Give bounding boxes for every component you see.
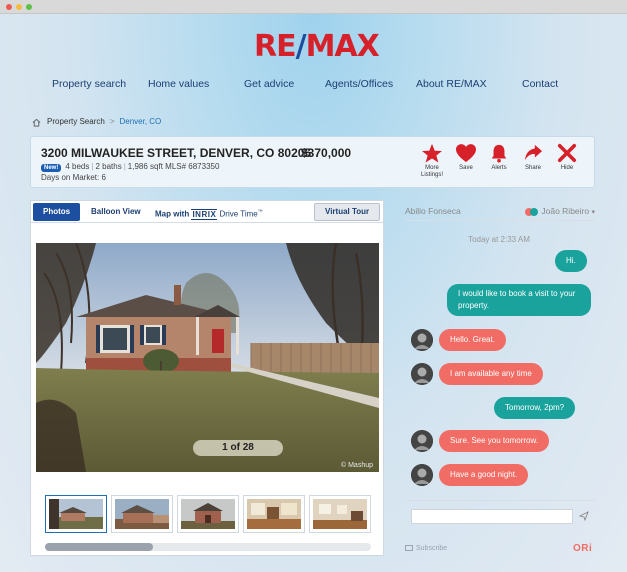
thumbnail-1[interactable] bbox=[45, 495, 107, 533]
subscribe-link[interactable]: Subscribe bbox=[405, 545, 447, 552]
logo-text-right: MAX bbox=[305, 29, 380, 64]
message-bubble-sent: Hi. bbox=[555, 250, 587, 272]
avatar bbox=[411, 464, 433, 486]
bell-icon bbox=[491, 144, 507, 163]
avatar bbox=[411, 430, 433, 452]
home-icon[interactable] bbox=[32, 118, 41, 127]
main-nav: Property search Home values Get advice A… bbox=[0, 78, 627, 94]
detail-separator: | bbox=[123, 162, 126, 171]
nav-get-advice[interactable]: Get advice bbox=[244, 78, 294, 90]
close-window-button[interactable] bbox=[6, 4, 12, 10]
thumbnail-strip bbox=[45, 495, 371, 533]
message-bubble-received: Hello. Great. bbox=[439, 329, 506, 351]
agent-name: Abilio Fonseca bbox=[405, 206, 461, 216]
thumbnail-image bbox=[181, 499, 235, 529]
remax-logo[interactable]: RE/MAX bbox=[254, 29, 380, 64]
days-on-market: Days on Market: 6 bbox=[41, 173, 106, 182]
message-bubble-sent: I would like to book a visit to your pro… bbox=[447, 284, 591, 316]
nav-home-values[interactable]: Home values bbox=[148, 78, 209, 90]
breadcrumb-property-search[interactable]: Property Search bbox=[47, 117, 105, 126]
logo-text-left: RE bbox=[254, 29, 297, 64]
drive-time-label: Drive Time bbox=[219, 209, 258, 219]
ori-logo: ORi bbox=[573, 543, 593, 554]
listing-price: $370,000 bbox=[301, 146, 352, 160]
status-toggle-icon bbox=[525, 207, 539, 216]
nav-agents-offices[interactable]: Agents/Offices bbox=[325, 78, 393, 90]
mail-icon bbox=[405, 545, 413, 552]
thumbnail-image bbox=[313, 499, 367, 529]
chevron-down-icon: ▾ bbox=[591, 209, 595, 216]
thumbnail-image bbox=[247, 499, 301, 529]
chat-input-row bbox=[405, 500, 595, 532]
chat-timestamp: Today at 2:33 AM bbox=[468, 235, 530, 244]
send-icon[interactable] bbox=[579, 511, 589, 521]
inrix-logo: INRIX bbox=[191, 208, 218, 220]
listing-sqft: 1,986 sqft bbox=[127, 162, 163, 171]
virtual-tour-button[interactable]: Virtual Tour bbox=[314, 203, 381, 221]
message-bubble-received: Sure. See you tomorrow. bbox=[439, 430, 550, 452]
media-panel: Photos Balloon View Map with INRIX Drive… bbox=[30, 200, 384, 556]
subscribe-label: Subscribe bbox=[416, 545, 448, 552]
nav-about-remax[interactable]: About RE/MAX bbox=[416, 78, 487, 90]
nav-contact[interactable]: Contact bbox=[522, 78, 558, 90]
user-switcher[interactable]: João Ribeiro ▾ bbox=[525, 206, 595, 216]
message-bubble-sent: Tomorrow, 2pm? bbox=[494, 397, 576, 419]
message-bubble-received: I am available any time bbox=[439, 363, 543, 385]
breadcrumb: Property Search > Denver, CO bbox=[32, 116, 161, 128]
map-with-label: Map with bbox=[155, 209, 190, 219]
listing-mls: MLS# 6873350 bbox=[165, 162, 220, 171]
detail-separator: | bbox=[91, 162, 94, 171]
user-name: João Ribeiro bbox=[541, 206, 590, 216]
thumbnail-3[interactable] bbox=[177, 495, 239, 533]
star-icon bbox=[422, 143, 442, 163]
svg-text:© Mashup: © Mashup bbox=[341, 461, 373, 469]
thumbnail-image bbox=[49, 499, 103, 529]
listing-baths: 2 baths bbox=[95, 162, 122, 171]
media-tabs: Photos Balloon View Map with INRIX Drive… bbox=[31, 201, 383, 223]
maximize-window-button[interactable] bbox=[26, 4, 32, 10]
thumbnail-2[interactable] bbox=[111, 495, 173, 533]
listing-details: New! 4 beds | 2 baths | 1,986 sqft MLS# 68733… bbox=[41, 162, 219, 172]
hide-label: Hide bbox=[560, 165, 574, 171]
tab-map-drive-time[interactable]: Map with INRIX Drive Time™ bbox=[155, 203, 263, 221]
chat-message-input[interactable] bbox=[411, 509, 573, 524]
minimize-window-button[interactable] bbox=[16, 4, 22, 10]
listing-address: 3200 MILWAUKEE STREET, DENVER, CO 80205 bbox=[41, 146, 312, 160]
photo-counter: 1 of 28 bbox=[193, 440, 283, 456]
tab-balloon-view[interactable]: Balloon View bbox=[91, 203, 141, 221]
new-badge: New! bbox=[41, 164, 62, 172]
thumbnail-5[interactable] bbox=[309, 495, 371, 533]
message-bubble-received: Have a good night. bbox=[439, 464, 529, 486]
listing-beds: 4 beds bbox=[65, 162, 90, 171]
trademark: ™ bbox=[257, 209, 263, 215]
hide-button[interactable]: Hide bbox=[547, 143, 587, 172]
main-photo[interactable]: © Mashup bbox=[36, 243, 379, 472]
thumbnail-scrollbar[interactable] bbox=[45, 543, 371, 551]
avatar bbox=[411, 329, 433, 351]
close-icon bbox=[557, 143, 577, 163]
tab-photos[interactable]: Photos bbox=[33, 203, 81, 221]
chat-divider bbox=[405, 220, 595, 221]
more-listings-label: More bbox=[425, 165, 439, 171]
thumbnail-image bbox=[115, 499, 169, 529]
logo-slash: / bbox=[295, 29, 307, 64]
breadcrumb-denver[interactable]: Denver, CO bbox=[119, 117, 161, 126]
listing-header: 3200 MILWAUKEE STREET, DENVER, CO 80205 … bbox=[30, 136, 595, 188]
scrollbar-thumb[interactable] bbox=[45, 543, 153, 551]
more-listings-label-2: Listings! bbox=[420, 172, 443, 178]
thumbnail-4[interactable] bbox=[243, 495, 305, 533]
nav-property-search[interactable]: Property search bbox=[52, 78, 126, 90]
avatar bbox=[411, 363, 433, 385]
window-titlebar bbox=[0, 0, 627, 14]
chat-panel: Abilio Fonseca João Ribeiro ▾ Today at 2… bbox=[397, 200, 601, 560]
house-photo: © Mashup bbox=[36, 243, 379, 472]
share-icon bbox=[524, 144, 543, 161]
heart-icon bbox=[456, 144, 476, 163]
breadcrumb-separator: > bbox=[109, 117, 115, 126]
